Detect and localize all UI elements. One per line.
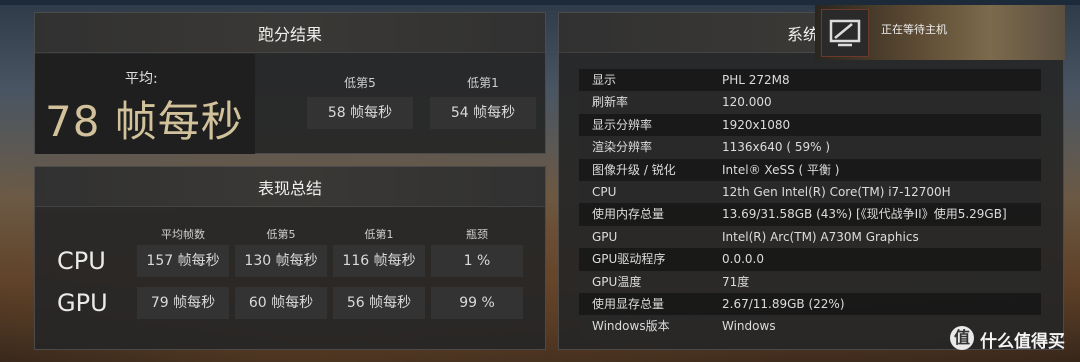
benchmark-result-panel: 跑分结果 平均: 78 帧每秒 低第5 58 帧每秒 低第1 54 帧每秒 [34,12,546,154]
sys-row-display: 显示 PHL 272M8 [579,69,1041,92]
summary-cpu-low5: 130 帧每秒 [235,245,327,277]
summary-cpu-low1: 116 帧每秒 [333,245,425,277]
sys-value: 1136x640 ( 59% ) [722,140,831,155]
average-fps-label: 平均: [125,71,158,87]
sys-value: 71度 [722,274,750,289]
sys-key: 图像升级 / 锐化 [592,162,676,177]
sys-row-gpu-driver: GPU驱动程序 0.0.0.0 [579,248,1041,271]
sys-row-vram: 使用显存总量 2.67/11.89GB (22%) [579,293,1041,316]
sys-value: 13.69/31.58GB (43%) [《现代战争II》使用5.29GB] [722,207,1007,222]
performance-summary-panel: 表现总结 平均帧数 低第5 低第1 瓶颈 CPU 157 帧每秒 130 帧每秒… [34,166,546,350]
sys-key: 使用内存总量 [592,207,665,222]
sys-key: 刷新率 [592,95,629,110]
watermark-text: 什么值得买 [980,332,1065,352]
average-fps-value: 78 帧每秒 [45,97,244,146]
sys-row-render-resolution: 渲染分辨率 1136x640 ( 59% ) [579,136,1041,159]
benchmark-result-title: 跑分结果 [35,13,545,53]
average-fps-box: 平均: 78 帧每秒 [35,54,255,154]
sys-key: 使用显存总量 [592,297,665,311]
sys-row-cpu: CPU 12th Gen Intel(R) Core(TM) i7-12700H [579,181,1041,204]
waiting-host-notification: 正在等待主机 [815,5,1065,60]
watermark-logo-icon: 值 [950,326,974,350]
sys-value: Windows [722,319,776,334]
low5-column: 低第5 58 帧每秒 [300,54,420,129]
sys-row-refresh-rate: 刷新率 120.000 [579,91,1041,114]
sys-key: 显示 [592,73,617,87]
sys-key: GPU驱动程序 [592,252,666,267]
sys-value: 1920x1080 [722,117,791,132]
summary-gpu-low5: 60 帧每秒 [235,287,327,319]
summary-row-gpu-label: GPU [57,289,108,317]
summary-gpu-low1: 56 帧每秒 [333,287,425,319]
sys-row-display-resolution: 显示分辨率 1920x1080 [579,113,1041,137]
waiting-host-text: 正在等待主机 [881,23,947,36]
sys-key: CPU [592,185,617,199]
low1-value: 54 帧每秒 [430,97,536,129]
summary-header-bottleneck: 瓶颈 [466,228,488,241]
sys-value: 0.0.0.0 [722,252,764,267]
sys-value: 12th Gen Intel(R) Core(TM) i7-12700H [722,185,951,199]
tv-icon [821,9,869,57]
sys-value: 2.67/11.89GB (22%) [722,297,845,311]
sys-row-gpu-temp: GPU温度 71度 [579,270,1041,293]
summary-header-low1: 低第1 [364,228,394,241]
system-info-panel: 系统信 显示 PHL 272M8 刷新率 120.000 显示分辨率 1920x… [558,12,1064,350]
sys-value: Intel® XeSS ( 平衡 ) [722,162,840,177]
sys-value: 120.000 [722,95,772,110]
summary-row-cpu-label: CPU [57,247,106,275]
low5-label: 低第5 [344,76,376,90]
sys-row-upscaling: 图像升级 / 锐化 Intel® XeSS ( 平衡 ) [579,158,1041,181]
low5-value: 58 帧每秒 [307,97,413,129]
summary-gpu-avg: 79 帧每秒 [137,287,229,319]
sys-key: GPU [592,229,618,244]
low1-label: 低第1 [467,76,499,90]
summary-gpu-bottleneck: 99 % [431,287,523,319]
sys-row-memory: 使用内存总量 13.69/31.58GB (43%) [《现代战争II》使用5.… [579,203,1041,226]
summary-header-avg: 平均帧数 [161,228,205,241]
summary-cpu-avg: 157 帧每秒 [137,245,229,277]
summary-cpu-bottleneck: 1 % [431,245,523,277]
low1-column: 低第1 54 帧每秒 [423,54,543,129]
sys-value: Intel(R) Arc(TM) A730M Graphics [722,229,919,244]
sys-value: PHL 272M8 [722,73,790,87]
sys-key: Windows版本 [592,319,670,334]
sys-row-gpu: GPU Intel(R) Arc(TM) A730M Graphics [579,225,1041,249]
summary-header-low5: 低第5 [266,228,296,241]
sys-key: GPU温度 [592,274,642,289]
performance-summary-title: 表现总结 [35,167,545,207]
sys-key: 显示分辨率 [592,117,653,132]
sys-key: 渲染分辨率 [592,140,653,155]
